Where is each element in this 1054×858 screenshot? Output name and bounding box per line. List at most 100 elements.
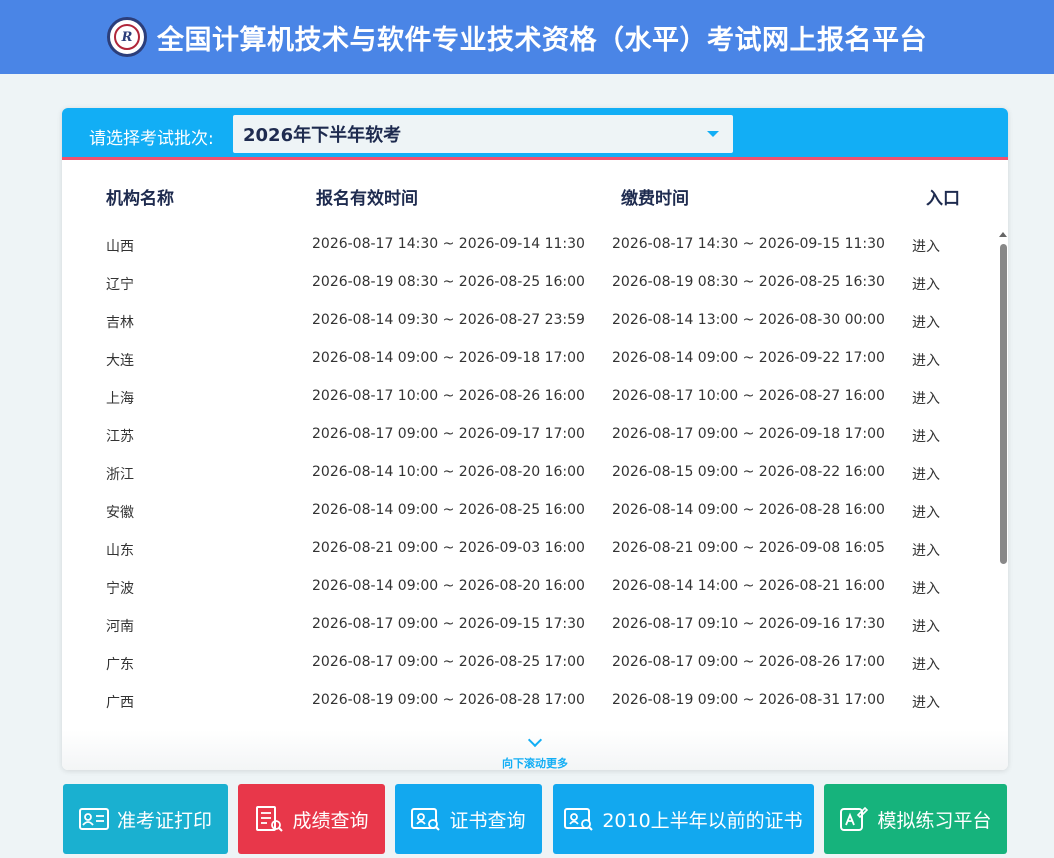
table-row: 山西 2026-08-17 14:30 ~ 2026-09-14 11:30 202…: [62, 226, 992, 264]
org-name-cell: 广西: [106, 695, 134, 711]
scrollbar-thumb[interactable]: [1000, 244, 1007, 564]
org-name-cell: 浙江: [106, 467, 134, 483]
org-name-cell: 宁波: [106, 581, 134, 597]
page-title: 全国计算机技术与软件专业技术资格（水平）考试网上报名平台: [157, 24, 927, 56]
column-header-org: 机构名称: [106, 189, 174, 209]
id-card-icon: [78, 808, 109, 830]
top-header: R 全国计算机技术与软件专业技术资格（水平）考试网上报名平台: [0, 0, 1054, 74]
enter-link[interactable]: 进入: [912, 426, 940, 446]
practice-platform-button[interactable]: 模拟练习平台: [824, 784, 1007, 854]
pre-2010-certificate-label: 2010上半年以前的证书: [602, 809, 803, 832]
table-row: 宁波 2026-08-14 09:00 ~ 2026-08-20 16:00 202…: [62, 568, 992, 606]
enter-link[interactable]: 进入: [912, 464, 940, 484]
enter-link[interactable]: 进入: [912, 388, 940, 408]
enter-link[interactable]: 进入: [912, 578, 940, 598]
org-table-body: 山西 2026-08-17 14:30 ~ 2026-09-14 11:30 202…: [62, 226, 992, 720]
payment-time-cell: 2026-08-17 09:00 ~ 2026-09-18 17:00: [612, 426, 885, 442]
batch-selector-bar: 请选择考试批次: 2026年下半年软考: [62, 108, 1008, 160]
scroll-more-label: 向下滚动更多: [502, 757, 568, 770]
registration-panel: 请选择考试批次: 2026年下半年软考 机构名称 报名有效时间 缴费时间 入口 …: [62, 108, 1008, 770]
org-name-cell: 河南: [106, 619, 134, 635]
score-query-label: 成绩查询: [292, 809, 369, 832]
registration-time-cell: 2026-08-14 09:00 ~ 2026-09-18 17:00: [312, 350, 585, 366]
payment-time-cell: 2026-08-14 14:00 ~ 2026-08-21 16:00: [612, 578, 885, 594]
report-search-icon: [256, 806, 284, 832]
logo: R: [107, 17, 147, 57]
table-row: 浙江 2026-08-14 10:00 ~ 2026-08-20 16:00 202…: [62, 454, 992, 492]
registration-time-cell: 2026-08-14 09:00 ~ 2026-08-25 16:00: [312, 502, 585, 518]
payment-time-cell: 2026-08-17 10:00 ~ 2026-08-27 16:00: [612, 388, 885, 404]
table-row: 广西 2026-08-19 09:00 ~ 2026-08-28 17:00 202…: [62, 682, 992, 720]
scroll-up-arrow-icon[interactable]: [999, 232, 1007, 237]
enter-link[interactable]: 进入: [912, 692, 940, 712]
registration-time-cell: 2026-08-14 09:00 ~ 2026-08-20 16:00: [312, 578, 585, 594]
enter-link[interactable]: 进入: [912, 654, 940, 674]
payment-time-cell: 2026-08-21 09:00 ~ 2026-09-08 16:05: [612, 540, 885, 556]
table-row: 大连 2026-08-14 09:00 ~ 2026-09-18 17:00 202…: [62, 340, 992, 378]
batch-select-value: 2026年下半年软考: [243, 125, 402, 146]
enter-link[interactable]: 进入: [912, 502, 940, 522]
registration-time-cell: 2026-08-17 09:00 ~ 2026-08-25 17:00: [312, 654, 585, 670]
table-row: 辽宁 2026-08-19 08:30 ~ 2026-08-25 16:00 202…: [62, 264, 992, 302]
registration-time-cell: 2026-08-19 09:00 ~ 2026-08-28 17:00: [312, 692, 585, 708]
org-name-cell: 江苏: [106, 429, 134, 445]
pre-2010-certificate-button[interactable]: 2010上半年以前的证书: [553, 784, 814, 854]
practice-platform-label: 模拟练习平台: [877, 809, 992, 832]
table-row: 江苏 2026-08-17 09:00 ~ 2026-09-17 17:00 202…: [62, 416, 992, 454]
registration-time-cell: 2026-08-17 14:30 ~ 2026-09-14 11:30: [312, 236, 585, 252]
enter-link[interactable]: 进入: [912, 274, 940, 294]
payment-time-cell: 2026-08-17 09:10 ~ 2026-09-16 17:30: [612, 616, 885, 632]
table-row: 山东 2026-08-21 09:00 ~ 2026-09-03 16:00 202…: [62, 530, 992, 568]
column-header-registration-time: 报名有效时间: [316, 189, 418, 209]
table-row: 吉林 2026-08-14 09:30 ~ 2026-08-27 23:59 202…: [62, 302, 992, 340]
table-row: 河南 2026-08-17 09:00 ~ 2026-09-15 17:30 202…: [62, 606, 992, 644]
enter-link[interactable]: 进入: [912, 540, 940, 560]
scrollbar[interactable]: [999, 232, 1008, 770]
caret-down-icon: [707, 131, 719, 137]
payment-time-cell: 2026-08-19 08:30 ~ 2026-08-25 16:30: [612, 274, 885, 290]
registration-time-cell: 2026-08-17 10:00 ~ 2026-08-26 16:00: [312, 388, 585, 404]
payment-time-cell: 2026-08-14 09:00 ~ 2026-09-22 17:00: [612, 350, 885, 366]
org-name-cell: 大连: [106, 353, 134, 369]
batch-selector-label: 请选择考试批次:: [89, 129, 214, 149]
certificate-query-label: 证书查询: [449, 809, 526, 832]
chevron-down-icon: [527, 732, 543, 748]
admission-ticket-print-button[interactable]: 准考证打印: [63, 784, 228, 854]
batch-select[interactable]: 2026年下半年软考: [233, 115, 733, 153]
enter-link[interactable]: 进入: [912, 350, 940, 370]
payment-time-cell: 2026-08-17 14:30 ~ 2026-09-15 11:30: [612, 236, 885, 252]
payment-time-cell: 2026-08-14 09:00 ~ 2026-08-28 16:00: [612, 502, 885, 518]
edit-practice-icon: [840, 806, 869, 831]
org-name-cell: 吉林: [106, 315, 134, 331]
org-name-cell: 广东: [106, 657, 134, 673]
column-header-payment-time: 缴费时间: [621, 189, 689, 209]
table-row: 安徽 2026-08-14 09:00 ~ 2026-08-25 16:00 202…: [62, 492, 992, 530]
enter-link[interactable]: 进入: [912, 616, 940, 636]
registration-time-cell: 2026-08-19 08:30 ~ 2026-08-25 16:00: [312, 274, 585, 290]
payment-time-cell: 2026-08-15 09:00 ~ 2026-08-22 16:00: [612, 464, 885, 480]
score-query-button[interactable]: 成绩查询: [238, 784, 385, 854]
registration-time-cell: 2026-08-14 10:00 ~ 2026-08-20 16:00: [312, 464, 585, 480]
registration-time-cell: 2026-08-14 09:30 ~ 2026-08-27 23:59: [312, 312, 585, 328]
certificate-search-icon: [564, 808, 594, 831]
org-name-cell: 安徽: [106, 505, 134, 521]
table-row: 上海 2026-08-17 10:00 ~ 2026-08-26 16:00 202…: [62, 378, 992, 416]
registration-time-cell: 2026-08-21 09:00 ~ 2026-09-03 16:00: [312, 540, 585, 556]
certificate-query-button[interactable]: 证书查询: [395, 784, 542, 854]
scroll-more-hint[interactable]: 向下滚动更多: [62, 730, 1008, 770]
certificate-search-icon: [411, 808, 441, 831]
payment-time-cell: 2026-08-14 13:00 ~ 2026-08-30 00:00: [612, 312, 885, 328]
org-name-cell: 山东: [106, 543, 134, 559]
admission-ticket-print-label: 准考证打印: [116, 809, 212, 832]
org-name-cell: 山西: [106, 239, 134, 255]
payment-time-cell: 2026-08-19 09:00 ~ 2026-08-31 17:00: [612, 692, 885, 708]
enter-link[interactable]: 进入: [912, 236, 940, 256]
org-name-cell: 辽宁: [106, 277, 134, 293]
registration-time-cell: 2026-08-17 09:00 ~ 2026-09-17 17:00: [312, 426, 585, 442]
column-header-entry: 入口: [926, 189, 960, 209]
payment-time-cell: 2026-08-17 09:00 ~ 2026-08-26 17:00: [612, 654, 885, 670]
logo-emblem: R: [114, 24, 140, 50]
org-name-cell: 上海: [106, 391, 134, 407]
enter-link[interactable]: 进入: [912, 312, 940, 332]
registration-time-cell: 2026-08-17 09:00 ~ 2026-09-15 17:30: [312, 616, 585, 632]
